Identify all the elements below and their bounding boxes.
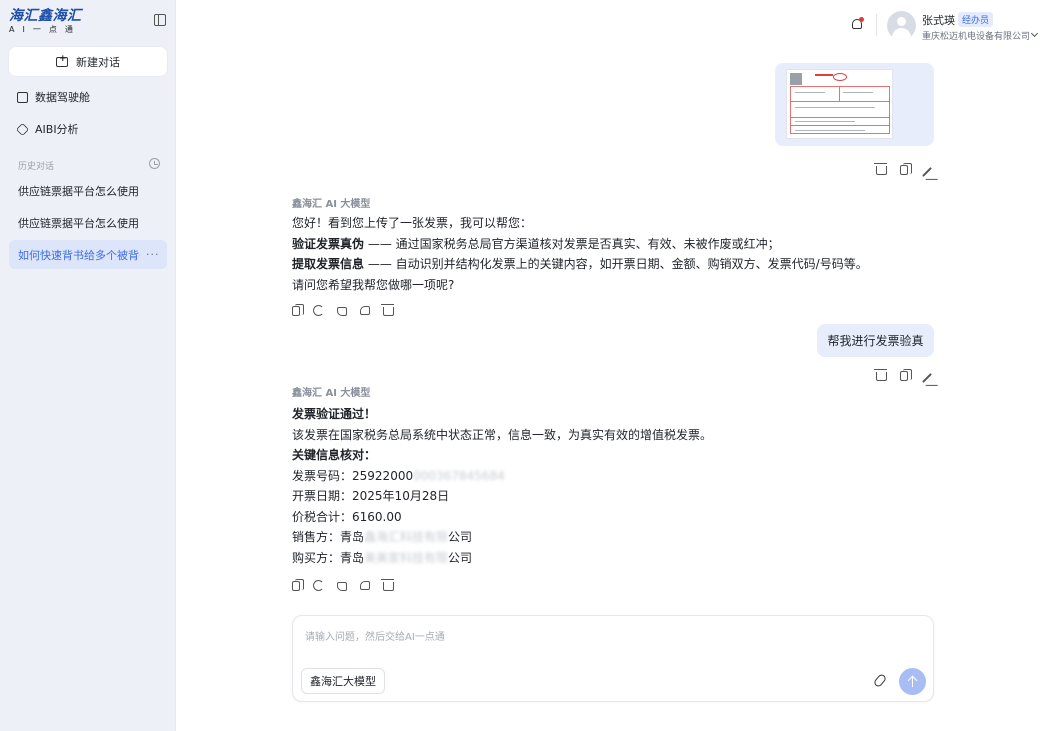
thumbs-up-icon[interactable] xyxy=(337,582,347,591)
delete-icon[interactable] xyxy=(381,304,394,316)
notification-bell-icon[interactable] xyxy=(851,17,864,31)
sidebar-collapse-icon[interactable] xyxy=(154,14,166,26)
notification-dot xyxy=(859,17,864,22)
masked-text: 000367845684 xyxy=(413,468,505,483)
edit-icon[interactable] xyxy=(922,372,932,383)
thumbs-down-icon[interactable] xyxy=(360,581,370,590)
avatar[interactable] xyxy=(887,11,916,40)
copy-icon[interactable] xyxy=(900,368,912,381)
sidebar-item-aibi[interactable]: AIBI分析 xyxy=(15,120,79,138)
more-icon[interactable]: ··· xyxy=(146,248,160,261)
user-name[interactable]: 张式瑛 xyxy=(922,12,955,28)
chat-input-placeholder[interactable]: 请输入问题，然后交给AI一点通 xyxy=(305,628,445,643)
chevron-down-icon[interactable] xyxy=(1030,29,1039,38)
ai-sender-label: 鑫海汇 AI 大模型 xyxy=(292,199,371,210)
model-select-button[interactable]: 鑫海汇大模型 xyxy=(301,668,385,694)
ai-message-actions xyxy=(292,303,394,316)
sidebar-item-dashboard[interactable]: 数据驾驶舱 xyxy=(17,88,90,106)
ai-message: 您好！看到您上传了一张发票，我可以帮您： 验证发票真伪 —— 通过国家税务总局官… xyxy=(292,216,868,292)
dashboard-icon xyxy=(17,91,28,103)
invoice-thumbnail[interactable] xyxy=(786,69,893,139)
edit-icon[interactable] xyxy=(922,166,932,177)
history-item-label: 如何快速背书给多个被背书人 xyxy=(18,248,140,262)
delete-icon[interactable] xyxy=(874,163,887,175)
company-name[interactable]: 重庆松迈机电设备有限公司 xyxy=(922,29,1030,42)
cube-icon xyxy=(15,122,30,136)
ai-message: 发票验证通过！ 该发票在国家税务总局系统中状态正常，信息一致，为真实有效的增值税… xyxy=(292,407,713,565)
arrow-up-icon xyxy=(911,676,914,687)
history-item[interactable]: 供应链票据平台怎么使用 xyxy=(9,176,167,205)
copy-icon[interactable] xyxy=(292,578,304,591)
paperclip-icon[interactable] xyxy=(872,672,888,689)
copy-icon[interactable] xyxy=(900,162,912,175)
logo-text: 海汇鑫海汇 xyxy=(9,8,82,24)
history-item[interactable]: 供应链票据平台怎么使用 xyxy=(9,208,167,237)
header-divider xyxy=(876,14,877,36)
user-message-actions xyxy=(874,162,933,177)
masked-text: 鑫海汇科技有限 xyxy=(364,530,449,544)
delete-icon[interactable] xyxy=(874,369,887,381)
delete-icon[interactable] xyxy=(381,579,394,591)
new-chat-label: 新建对话 xyxy=(76,55,120,69)
copy-icon[interactable] xyxy=(292,303,304,316)
history-clock-icon[interactable] xyxy=(149,158,160,169)
logo: 海汇鑫海汇 AI一点通 xyxy=(9,9,89,35)
thumbs-down-icon[interactable] xyxy=(360,306,370,315)
user-message-actions xyxy=(874,368,933,383)
new-chat-icon xyxy=(56,54,68,67)
user-text-message[interactable]: 帮我进行发票验真 xyxy=(817,324,934,357)
masked-text: 美美家科技有限 xyxy=(364,550,449,565)
thumbs-up-icon[interactable] xyxy=(337,307,347,316)
sidebar: 海汇鑫海汇 AI一点通 新建对话 数据驾驶舱 AIBI分析 历史对话 供应链票据… xyxy=(0,0,176,731)
history-label: 历史对话 xyxy=(18,162,55,172)
qr-code xyxy=(790,73,802,85)
user-image-message[interactable] xyxy=(775,63,934,146)
chat-input-box[interactable]: 请输入问题，然后交给AI一点通 鑫海汇大模型 xyxy=(292,615,934,702)
sidebar-item-label: AIBI分析 xyxy=(35,123,79,136)
regenerate-icon[interactable] xyxy=(313,305,324,316)
history-item-active[interactable]: 如何快速背书给多个被背书人 ··· xyxy=(9,240,167,269)
history-item-label: 供应链票据平台怎么使用 xyxy=(18,216,139,230)
invoice-seal xyxy=(833,73,847,81)
ai-sender-label: 鑫海汇 AI 大模型 xyxy=(292,388,371,399)
role-badge: 经办员 xyxy=(958,12,994,27)
logo-subtext: AI一点通 xyxy=(9,25,81,34)
new-chat-button[interactable]: 新建对话 xyxy=(9,47,167,76)
send-button[interactable] xyxy=(899,668,926,695)
regenerate-icon[interactable] xyxy=(313,580,324,591)
history-item-label: 供应链票据平台怎么使用 xyxy=(18,184,139,198)
sidebar-item-label: 数据驾驶舱 xyxy=(35,91,90,104)
ai-message-actions xyxy=(292,578,394,591)
